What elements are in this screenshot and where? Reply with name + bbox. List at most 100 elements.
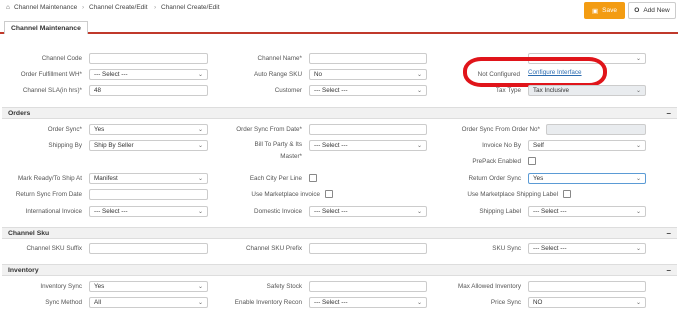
chevron-down-icon: ⌄ bbox=[635, 300, 641, 306]
chevron-down-icon: ⌄ bbox=[197, 143, 203, 149]
order-fulfillment-select[interactable]: --- Select --- ⌄ bbox=[89, 69, 208, 80]
orders-section-title: Orders bbox=[8, 109, 31, 117]
minus-icon[interactable]: – bbox=[667, 229, 671, 238]
chevron-down-icon: ⌄ bbox=[635, 143, 641, 149]
mark-ready-select[interactable]: Manifest ⌄ bbox=[89, 173, 208, 184]
add-new-label: Add New bbox=[643, 7, 670, 14]
max-allowed-inventory-input[interactable] bbox=[528, 281, 646, 292]
sku-sync-label: SKU Sync bbox=[492, 245, 521, 252]
domestic-invoice-select[interactable]: --- Select --- ⌄ bbox=[309, 206, 427, 217]
tax-type-select[interactable]: Tax Inclusive ⌄ bbox=[528, 85, 646, 96]
shipping-label-select[interactable]: --- Select --- ⌄ bbox=[528, 206, 646, 217]
highlight-annotation bbox=[463, 57, 607, 87]
chevron-down-icon: ⌄ bbox=[635, 56, 641, 62]
chevron-down-icon: ⌄ bbox=[197, 127, 203, 133]
shipping-label-value: --- Select --- bbox=[533, 208, 567, 215]
use-marketplace-shipping-label-checkbox[interactable] bbox=[563, 190, 571, 198]
order-sync-select[interactable]: Yes ⌄ bbox=[89, 124, 208, 135]
orders-section-header[interactable]: Orders – bbox=[2, 107, 677, 119]
shipping-by-value: Ship By Seller bbox=[94, 142, 134, 149]
auto-range-sku-select[interactable]: No ⌄ bbox=[309, 69, 427, 80]
chevron-down-icon: ⌄ bbox=[197, 300, 203, 306]
tab-bar bbox=[0, 20, 678, 34]
minus-icon[interactable]: – bbox=[667, 109, 671, 118]
international-invoice-label: International Invoice bbox=[25, 208, 82, 215]
minus-icon[interactable]: – bbox=[667, 266, 671, 275]
channel-code-label: Channel Code bbox=[41, 55, 82, 62]
order-fulfillment-value: --- Select --- bbox=[94, 71, 128, 78]
max-allowed-inventory-label: Max Allowed Inventory bbox=[458, 283, 521, 290]
sku-sync-select[interactable]: --- Select --- ⌄ bbox=[528, 243, 646, 254]
prepack-enabled-checkbox[interactable] bbox=[528, 157, 536, 165]
bill-to-party-select[interactable]: --- Select --- ⌄ bbox=[309, 140, 427, 151]
shipping-by-label: Shipping By bbox=[48, 142, 82, 149]
use-marketplace-invoice-label: Use Marketplace invoice bbox=[251, 191, 320, 198]
sync-method-select[interactable]: All ⌄ bbox=[89, 297, 208, 308]
channel-name-input[interactable] bbox=[309, 53, 427, 64]
customer-select[interactable]: --- Select --- ⌄ bbox=[309, 85, 427, 96]
safety-stock-input[interactable] bbox=[309, 281, 427, 292]
channel-sku-suffix-input[interactable] bbox=[89, 243, 208, 254]
floppy-icon: ▣ bbox=[592, 7, 599, 15]
return-order-sync-label: Return Order Sync bbox=[468, 175, 522, 182]
auto-range-sku-value: No bbox=[314, 71, 323, 78]
invoice-no-by-label: Invoice No By bbox=[482, 142, 521, 149]
home-icon[interactable]: ⌂ bbox=[6, 4, 10, 11]
price-sync-select[interactable]: NO ⌄ bbox=[528, 297, 646, 308]
breadcrumb-item[interactable]: Channel Maintenance bbox=[14, 4, 77, 11]
breadcrumb-separator: › bbox=[82, 4, 85, 11]
prepack-enabled-label: PrePack Enabled bbox=[472, 158, 521, 165]
channel-sla-input[interactable]: 48 bbox=[89, 85, 208, 96]
chevron-down-icon: ⌄ bbox=[197, 209, 203, 215]
inventory-section-header[interactable]: Inventory – bbox=[2, 264, 677, 276]
chevron-down-icon: ⌄ bbox=[635, 88, 641, 94]
chevron-down-icon: ⌄ bbox=[197, 284, 203, 290]
use-marketplace-invoice-checkbox[interactable] bbox=[325, 190, 333, 198]
return-order-sync-select[interactable]: Yes ⌄ bbox=[528, 173, 646, 184]
order-sync-from-order-no-input[interactable] bbox=[546, 124, 646, 135]
enable-inventory-recon-value: --- Select --- bbox=[314, 299, 348, 306]
chevron-down-icon: ⌄ bbox=[635, 176, 641, 182]
channel-sku-section-header[interactable]: Channel Sku – bbox=[2, 227, 677, 239]
channel-name-label: Channel Name* bbox=[257, 55, 302, 62]
chevron-down-icon: ⌄ bbox=[635, 246, 641, 252]
chevron-down-icon: ⌄ bbox=[416, 88, 422, 94]
price-sync-value: NO bbox=[533, 299, 543, 306]
return-sync-from-date-label: Return Sync From Date bbox=[15, 191, 82, 198]
auto-range-sku-label: Auto Range SKU bbox=[254, 71, 302, 78]
international-invoice-select[interactable]: --- Select --- ⌄ bbox=[89, 206, 208, 217]
sync-method-label: Sync Method bbox=[45, 299, 82, 306]
each-city-per-line-label: Each City Per Line bbox=[249, 175, 302, 182]
order-fulfillment-label: Order Fulfillment WH* bbox=[20, 71, 82, 78]
save-button-label: Save bbox=[602, 7, 617, 14]
sku-sync-value: --- Select --- bbox=[533, 245, 567, 252]
plus-icon: O bbox=[634, 7, 640, 14]
breadcrumb-item[interactable]: Channel Create/Edit bbox=[89, 4, 148, 11]
chevron-down-icon: ⌄ bbox=[416, 143, 422, 149]
channel-sla-value: 48 bbox=[94, 87, 102, 94]
channel-code-input[interactable] bbox=[89, 53, 208, 64]
domestic-invoice-label: Domestic Invoice bbox=[254, 208, 302, 215]
enable-inventory-recon-select[interactable]: --- Select --- ⌄ bbox=[309, 297, 427, 308]
international-invoice-value: --- Select --- bbox=[94, 208, 128, 215]
order-sync-from-date-input[interactable] bbox=[309, 124, 427, 135]
order-sync-value: Yes bbox=[94, 126, 105, 133]
inventory-sync-select[interactable]: Yes ⌄ bbox=[89, 281, 208, 292]
mark-ready-label: Mark Ready/To Ship At bbox=[17, 175, 82, 182]
channel-sku-prefix-input[interactable] bbox=[309, 243, 427, 254]
save-button[interactable]: ▣ Save bbox=[584, 2, 625, 19]
tax-type-label: Tax Type bbox=[495, 87, 521, 94]
shipping-by-select[interactable]: Ship By Seller ⌄ bbox=[89, 140, 208, 151]
breadcrumb-separator: › bbox=[154, 4, 157, 11]
invoice-no-by-select[interactable]: Self ⌄ bbox=[528, 140, 646, 151]
tab-channel-maintenance[interactable]: Channel Maintenance bbox=[4, 21, 88, 34]
sync-method-value: All bbox=[94, 299, 101, 306]
return-sync-from-date-input[interactable] bbox=[89, 189, 208, 200]
invoice-no-by-value: Self bbox=[533, 142, 544, 149]
bill-to-party-value: --- Select --- bbox=[314, 142, 348, 149]
customer-label: Customer bbox=[274, 87, 302, 94]
tax-type-value: Tax Inclusive bbox=[533, 87, 570, 94]
add-new-button[interactable]: O Add New bbox=[628, 2, 676, 19]
each-city-per-line-checkbox[interactable] bbox=[309, 174, 317, 182]
return-order-sync-value: Yes bbox=[533, 175, 544, 182]
